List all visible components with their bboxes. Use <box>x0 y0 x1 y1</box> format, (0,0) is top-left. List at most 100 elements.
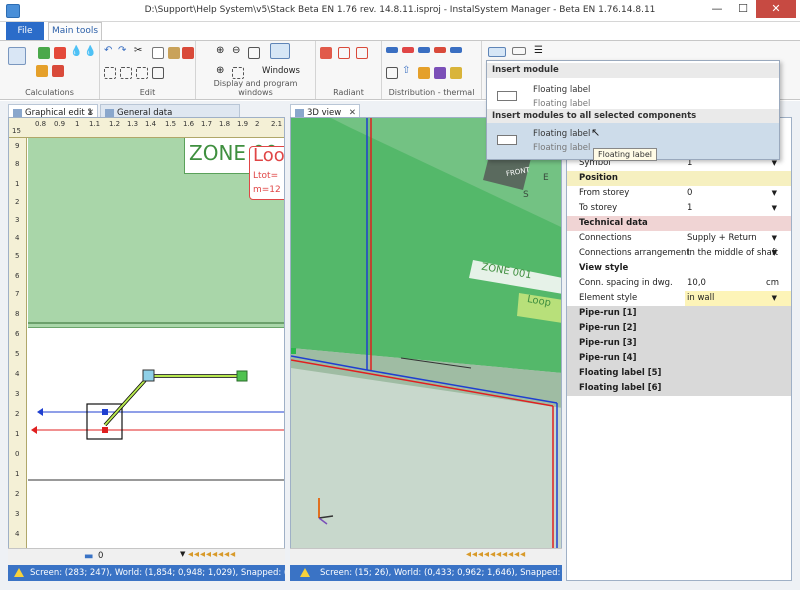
select-window-icon[interactable] <box>136 67 148 79</box>
radiant-zone-icon[interactable] <box>338 47 350 59</box>
3d-view-pane[interactable]: FRONT S E ZONE 001 Loop <box>290 117 562 581</box>
list-icon[interactable]: ☰ <box>534 45 543 56</box>
radiant-loop-icon[interactable] <box>320 47 332 59</box>
ribbon-tab-row: File Main tools <box>0 22 800 40</box>
radiator-icon[interactable] <box>386 67 398 79</box>
alert-icon[interactable] <box>54 47 66 59</box>
insert-module-icon[interactable] <box>488 47 506 57</box>
check-icon[interactable] <box>38 47 50 59</box>
grid-orange-icon[interactable] <box>36 65 48 77</box>
select-all-icon[interactable] <box>120 67 132 79</box>
section-view-style[interactable]: View style <box>567 261 791 276</box>
group-title: Pipe-run [2] <box>579 323 637 333</box>
prop-spacing[interactable]: Conn. spacing in dwg. 10,0 cm <box>567 276 791 291</box>
dropdown-icon[interactable]: ▼ <box>772 201 777 216</box>
prop-connections[interactable]: Connections Supply + Return ▼ <box>567 231 791 246</box>
dropdown-icon[interactable]: ▼ <box>772 231 777 246</box>
grid-red-icon[interactable] <box>52 65 64 77</box>
3d-snap-tools-icon[interactable]: ◂◂◂◂◂◂◂◂◂◂ <box>466 549 526 560</box>
zoom-window-icon[interactable] <box>248 47 260 59</box>
module-icon[interactable] <box>512 47 526 55</box>
minimize-button[interactable]: — <box>704 0 730 18</box>
warning-icon[interactable] <box>14 568 24 577</box>
windows-button[interactable]: Windows <box>262 66 300 76</box>
pipe-supply-icon[interactable] <box>434 47 446 53</box>
menu-header-insert-module: Insert module <box>487 63 779 78</box>
cube-icon <box>295 109 304 117</box>
dropdown-icon[interactable]: ▼ <box>772 291 777 306</box>
undo-icon[interactable]: ↶ <box>104 45 112 56</box>
cut-icon[interactable]: ✂ <box>134 45 142 56</box>
manifold-icon[interactable] <box>418 67 430 79</box>
properties-panel: ⊣ Symbol 1 ▼ Position From storey 0 ▼ To… <box>566 117 792 581</box>
prop-arrangement[interactable]: Connections arrangement In the middle of… <box>567 246 791 261</box>
section-technical[interactable]: Technical data <box>567 216 791 231</box>
group-title: Pipe-run [4] <box>579 353 637 363</box>
window-title: D:\Support\Help System\v5\Stack Beta EN … <box>144 5 656 15</box>
view-cube-s[interactable]: S <box>523 190 529 200</box>
tab-file[interactable]: File <box>6 22 44 40</box>
window-controls: — ☐ ✕ <box>704 0 796 18</box>
schematic-drawing[interactable] <box>9 118 285 581</box>
zoom-extents-icon[interactable]: ⊕ <box>216 65 224 76</box>
prop-to-storey[interactable]: To storey 1 ▼ <box>567 201 791 216</box>
select-icon[interactable] <box>104 67 116 79</box>
graph-icon <box>13 109 22 117</box>
storey-dropdown-icon[interactable]: ▼ <box>180 550 185 558</box>
prop-element-style[interactable]: Element style in wall ▼ <box>567 291 791 306</box>
radiant-area-icon[interactable] <box>356 47 368 59</box>
zoom-in-icon[interactable]: ⊕ <box>216 45 224 56</box>
zoom-out-icon[interactable]: ⊖ <box>232 45 240 56</box>
tab-main-tools[interactable]: Main tools <box>48 22 102 40</box>
prop-from-storey[interactable]: From storey 0 ▼ <box>567 186 791 201</box>
graphical-edit-pane[interactable]: 15 0.8 0.9 1 1.1 1.2 1.3 1.4 1.5 1.6 1.7… <box>8 117 285 581</box>
prop-name: From storey <box>579 188 630 198</box>
pipe-return-icon[interactable] <box>450 47 462 53</box>
group-title: Pipe-run [3] <box>579 338 637 348</box>
drop-orange-icon[interactable]: 💧 <box>84 46 96 57</box>
group-floating-label-5[interactable]: Floating label [5] <box>567 366 791 381</box>
group-pipe-run-2[interactable]: Pipe-run [2] <box>567 321 791 336</box>
group-title: Floating label [6] <box>579 383 662 393</box>
snap-tools-icon[interactable]: ◂◂◂◂◂◂◂◂ <box>188 549 236 560</box>
zoom-select-icon[interactable] <box>232 67 244 79</box>
windows-icon[interactable] <box>270 43 290 59</box>
prop-name: To storey <box>579 203 618 213</box>
dropdown-icon[interactable]: ▼ <box>772 246 777 261</box>
riser-icon[interactable]: ⇧ <box>402 65 410 76</box>
group-title: Pipe-run [1] <box>579 308 637 318</box>
dropdown-icon[interactable]: ▼ <box>772 186 777 201</box>
section-title: Position <box>579 173 618 183</box>
group-label-calculations: Calculations <box>25 88 74 97</box>
warning-icon[interactable] <box>300 568 310 577</box>
menu-item-title: Floating label <box>533 85 591 95</box>
view-cube-e[interactable]: E <box>543 173 549 183</box>
copy-icon[interactable] <box>152 47 164 59</box>
paste-icon[interactable] <box>168 47 180 59</box>
boiler-icon[interactable] <box>450 67 462 79</box>
insert-module-menu: Insert module Floating label Floating la… <box>486 60 780 160</box>
3d-scene[interactable] <box>291 118 562 581</box>
prop-name: Connections arrangement <box>579 248 690 258</box>
close-button[interactable]: ✕ <box>756 0 796 18</box>
delete-icon[interactable] <box>182 47 194 59</box>
storey-select[interactable]: 0 <box>98 551 103 561</box>
pipe-icon[interactable] <box>386 47 398 53</box>
prop-name: Conn. spacing in dwg. <box>579 278 673 288</box>
drop-blue-icon[interactable]: 💧 <box>70 46 82 57</box>
group-pipe-run-1[interactable]: Pipe-run [1] <box>567 306 791 321</box>
redo-icon[interactable]: ↷ <box>118 45 126 56</box>
group-pipe-run-4[interactable]: Pipe-run [4] <box>567 351 791 366</box>
prop-name: Element style <box>579 293 638 303</box>
valve-icon[interactable] <box>434 67 446 79</box>
menu-header-insert-all: Insert modules to all selected component… <box>487 109 779 124</box>
group-icon[interactable] <box>152 67 164 79</box>
group-pipe-run-3[interactable]: Pipe-run [3] <box>567 336 791 351</box>
section-position[interactable]: Position <box>567 171 791 186</box>
pipe-blue-icon[interactable] <box>418 47 430 53</box>
pipe-red-icon[interactable] <box>402 47 414 53</box>
group-floating-label-6[interactable]: Floating label [6] <box>567 381 791 396</box>
maximize-button[interactable]: ☐ <box>730 0 756 18</box>
calculator-icon[interactable] <box>8 47 26 65</box>
title-bar: D:\Support\Help System\v5\Stack Beta EN … <box>0 0 800 22</box>
